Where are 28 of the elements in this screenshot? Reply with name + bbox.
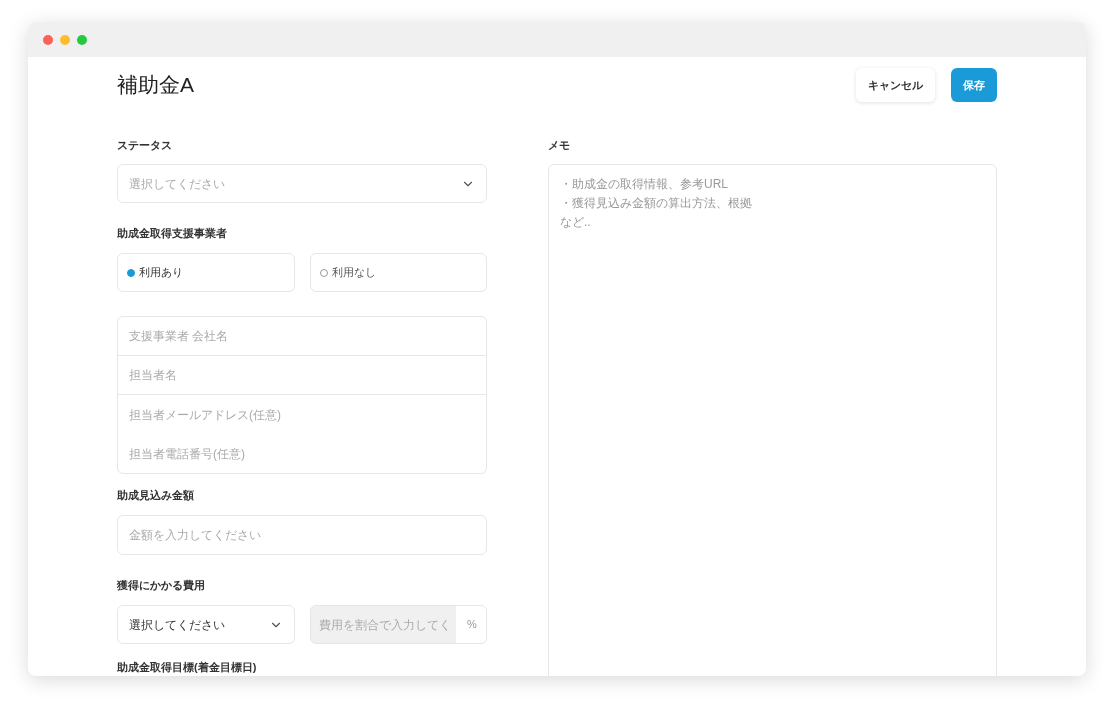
placeholder-text: ・獲得見込み金額の算出方法、根拠: [560, 195, 752, 212]
field-label: 助成金取得支援事業者: [117, 228, 227, 239]
radio-button[interactable]: [127, 268, 135, 277]
minimize-window-button[interactable]: [60, 34, 70, 45]
field-label: メモ: [548, 140, 570, 151]
radio-button[interactable]: [319, 268, 328, 277]
unit-label: %: [456, 606, 486, 643]
field-label: 助成金取得目標(着金目標日): [117, 662, 257, 673]
text-field[interactable]: 担当者電話番号(任意): [118, 434, 486, 473]
placeholder-text: ・助成金の取得情報、参考URL: [560, 176, 728, 193]
close-window-button[interactable]: [43, 34, 53, 45]
field-label: ステータス: [117, 140, 172, 151]
text-field[interactable]: 担当者名: [118, 356, 486, 395]
radio-label: 利用なし: [331, 265, 376, 281]
cost-select[interactable]: 選択してください: [117, 605, 295, 644]
text-field[interactable]: 担当者メールアドレス(任意): [118, 395, 486, 434]
radio-option[interactable]: 利用あり: [117, 253, 295, 292]
field-label: 獲得にかかる費用: [117, 580, 205, 591]
text-field[interactable]: 支援事業者 会社名: [118, 317, 486, 356]
rate-field: 費用を割合で入力してく %: [310, 605, 487, 644]
placeholder-text: など..: [560, 214, 591, 231]
radio-option[interactable]: 利用なし: [309, 253, 487, 292]
radio-label: 利用あり: [139, 265, 183, 281]
page-title: 補助金A: [117, 72, 194, 99]
zoom-window-button[interactable]: [77, 34, 87, 45]
cancel-button[interactable]: キャンセル: [856, 68, 935, 102]
field-label: 助成見込み金額: [117, 490, 194, 501]
amount-field[interactable]: 金額を入力してください: [117, 515, 487, 555]
